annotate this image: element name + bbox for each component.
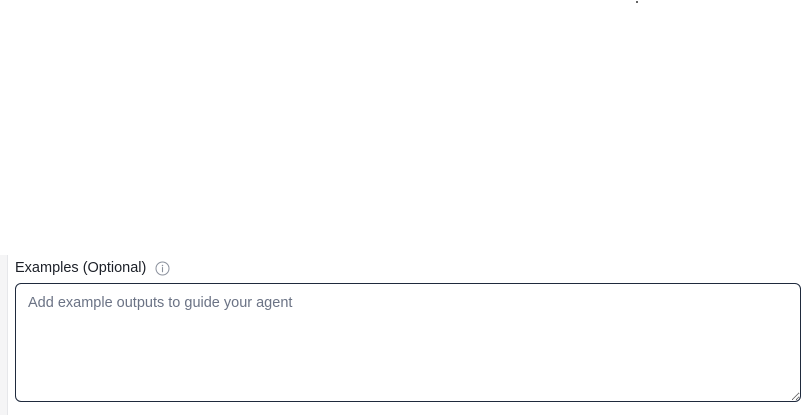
examples-label-row: Examples (Optional): [15, 258, 170, 278]
left-panel-edge: [0, 255, 8, 415]
examples-textarea-container: [15, 283, 801, 402]
info-icon[interactable]: [155, 261, 170, 276]
cursor-dot: [636, 1, 638, 3]
examples-label: Examples (Optional): [15, 260, 147, 276]
info-icon-glyph: [155, 261, 170, 275]
examples-textarea[interactable]: [15, 283, 801, 402]
page: Examples (Optional): [0, 0, 811, 415]
